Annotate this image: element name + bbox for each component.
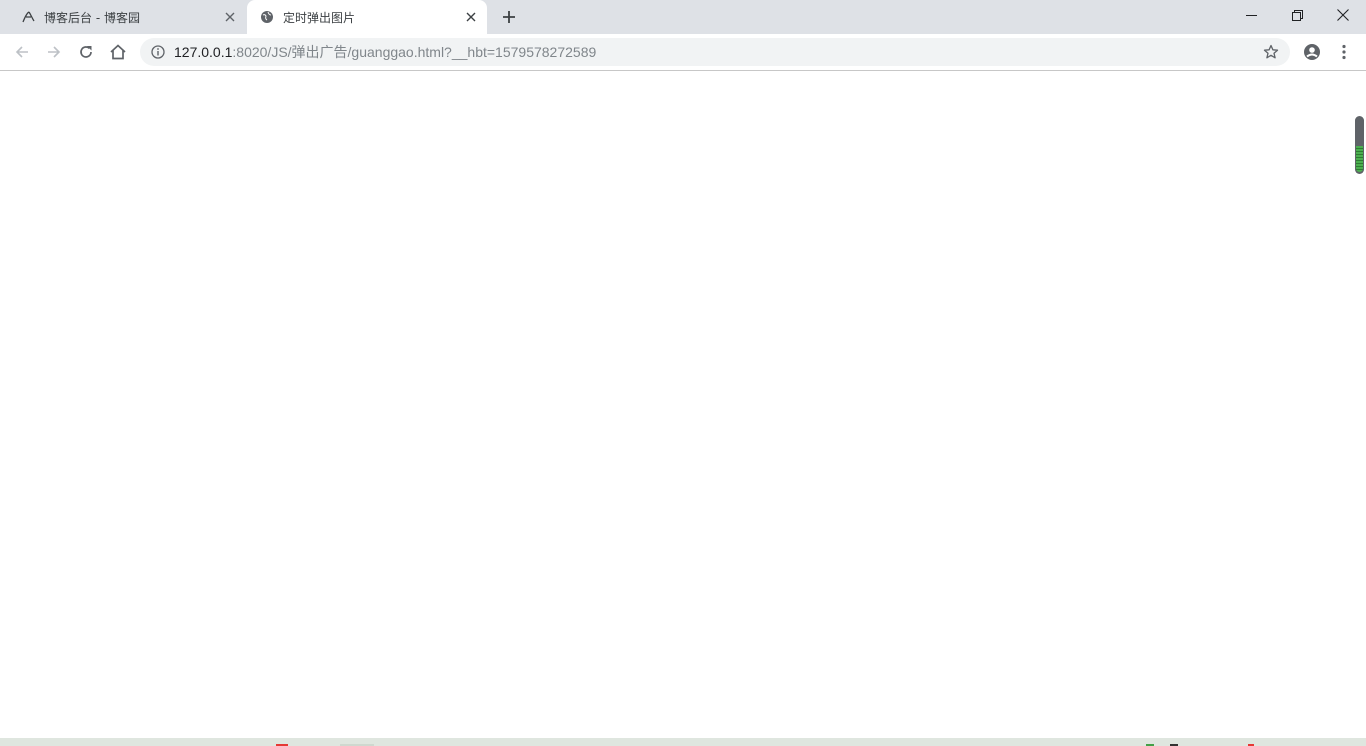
plus-icon: [503, 11, 515, 23]
taskbar: [0, 738, 1366, 746]
new-tab-button[interactable]: [499, 7, 519, 27]
browser-toolbar: 127.0.0.1:8020/JS/弹出广告/guanggao.html?__h…: [0, 34, 1366, 71]
back-arrow-icon: [15, 46, 28, 58]
reload-icon: [80, 46, 92, 58]
url-text[interactable]: 127.0.0.1:8020/JS/弹出广告/guanggao.html?__h…: [174, 44, 596, 60]
profile-button[interactable]: [1300, 40, 1324, 64]
forward-button[interactable]: [42, 40, 66, 64]
restore-button[interactable]: [1274, 0, 1320, 30]
menu-button[interactable]: [1332, 40, 1356, 64]
address-bar[interactable]: 127.0.0.1:8020/JS/弹出广告/guanggao.html?__h…: [140, 38, 1290, 66]
minimize-icon: [1245, 14, 1257, 16]
forward-arrow-icon: [48, 46, 61, 58]
globe-icon: [259, 9, 275, 25]
url-host: 127.0.0.1: [174, 44, 233, 60]
account-icon: [1304, 44, 1320, 60]
scrollbar-thumb[interactable]: [1355, 116, 1364, 174]
minimize-button[interactable]: [1228, 0, 1274, 30]
home-button[interactable]: [106, 40, 130, 64]
star-icon[interactable]: [1262, 43, 1280, 61]
tab-strip: 博客后台 - 博客园 定时弹出图片: [0, 0, 1366, 34]
close-tab-icon[interactable]: [463, 9, 479, 25]
reload-button[interactable]: [74, 40, 98, 64]
close-tab-icon[interactable]: [222, 9, 238, 25]
kebab-menu-icon: [1342, 44, 1346, 60]
url-path: :8020/JS/弹出广告/guanggao.html?__hbt=157957…: [232, 44, 597, 60]
tab-cnblogs-admin[interactable]: 博客后台 - 博客园: [0, 0, 247, 34]
close-window-button[interactable]: [1320, 0, 1366, 30]
info-icon[interactable]: [150, 44, 166, 60]
tab-title: 定时弹出图片: [283, 10, 356, 25]
close-icon: [1337, 9, 1349, 21]
home-icon: [110, 44, 126, 60]
tab-timed-popup[interactable]: 定时弹出图片: [247, 0, 487, 34]
cnblogs-icon: [20, 9, 36, 25]
restore-icon: [1291, 9, 1303, 21]
back-button[interactable]: [10, 40, 34, 64]
tab-title: 博客后台 - 博客园: [44, 10, 140, 25]
page-content: [0, 71, 1366, 738]
